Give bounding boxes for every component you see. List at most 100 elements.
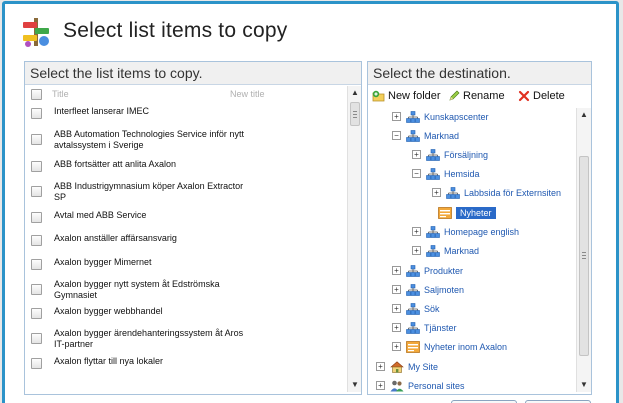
copy-dialog: Select list items to copy Select the lis… bbox=[2, 1, 619, 403]
tree-node[interactable]: + My Site bbox=[376, 358, 438, 375]
tree-node[interactable]: + Labbsida för Externsiten bbox=[432, 184, 561, 201]
rename-button[interactable]: Rename bbox=[448, 90, 505, 102]
destination-toolbar: New folder Rename Delete bbox=[368, 86, 591, 108]
list-icon bbox=[406, 340, 420, 353]
expand-icon[interactable]: + bbox=[412, 150, 421, 159]
tree-node-label: Kunskapscenter bbox=[424, 111, 489, 122]
item-checkbox[interactable] bbox=[31, 358, 42, 369]
expand-icon[interactable]: + bbox=[376, 362, 385, 371]
expand-icon[interactable]: + bbox=[392, 323, 401, 332]
item-title: Axalon anställer affärsansvarig bbox=[54, 233, 177, 243]
item-title: Axalon bygger nytt system åt Edströmska … bbox=[54, 279, 220, 300]
select-all-checkbox[interactable] bbox=[31, 89, 42, 100]
item-checkbox[interactable] bbox=[31, 186, 42, 197]
tree-node[interactable]: − Hemsida bbox=[412, 165, 480, 182]
list-item: ABB Automation Technologies Service infö… bbox=[25, 126, 347, 152]
expand-icon[interactable]: + bbox=[392, 266, 401, 275]
list-items-panel: Select the list items to copy. Title New… bbox=[24, 61, 362, 395]
tree-node[interactable]: + Kunskapscenter bbox=[392, 108, 489, 125]
list-item: Axalon bygger nytt system åt Edströmska … bbox=[25, 276, 347, 302]
site-icon bbox=[406, 321, 420, 334]
delete-label: Delete bbox=[533, 90, 565, 102]
people-icon bbox=[390, 380, 404, 392]
delete-x-icon bbox=[518, 90, 530, 102]
tree-node[interactable]: + Produkter bbox=[392, 262, 463, 279]
tree-node[interactable]: + Sök bbox=[392, 300, 440, 317]
item-checkbox[interactable] bbox=[31, 308, 42, 319]
list-items-heading: Select the list items to copy. bbox=[25, 62, 361, 85]
tree-node-label: Personal sites bbox=[408, 380, 465, 391]
scroll-up-arrow-icon[interactable]: ▲ bbox=[577, 108, 591, 122]
site-icon bbox=[426, 148, 440, 161]
item-checkbox[interactable] bbox=[31, 235, 42, 246]
tree-node-label: Tjänster bbox=[424, 322, 457, 333]
new-folder-button[interactable]: New folder bbox=[372, 90, 441, 102]
tree-node-label: Marknad bbox=[424, 130, 460, 141]
expand-icon[interactable]: + bbox=[392, 112, 401, 121]
site-icon bbox=[446, 186, 460, 199]
item-title: Axalon bygger webbhandel bbox=[54, 306, 163, 316]
tree-scrollbar[interactable]: ▲ ▼ bbox=[576, 108, 591, 392]
item-checkbox[interactable] bbox=[31, 212, 42, 223]
new-folder-icon bbox=[372, 90, 385, 102]
item-title: Avtal med ABB Service bbox=[54, 210, 147, 220]
grip-line bbox=[582, 258, 586, 259]
tree-node[interactable]: + Homepage english bbox=[412, 223, 519, 240]
item-title: Interfleet lanserar IMEC bbox=[54, 106, 150, 116]
grip-line bbox=[353, 114, 357, 115]
tree-node-label: Homepage english bbox=[444, 226, 520, 237]
tree-node[interactable]: + Marknad bbox=[412, 242, 479, 259]
item-checkbox[interactable] bbox=[31, 284, 42, 295]
item-title: Axalon flyttar till nya lokaler bbox=[54, 356, 164, 366]
tree-node-label: Nyheter inom Axalon bbox=[424, 341, 508, 352]
expand-icon[interactable]: + bbox=[412, 227, 421, 236]
tree-node-label: Marknad bbox=[444, 245, 480, 256]
expand-icon[interactable]: + bbox=[376, 381, 385, 390]
scroll-down-arrow-icon[interactable]: ▼ bbox=[348, 378, 361, 392]
tree-node[interactable]: + Nyheter inom Axalon bbox=[392, 338, 507, 355]
tree-node-label: Hemsida bbox=[444, 168, 480, 179]
delete-button[interactable]: Delete bbox=[518, 90, 565, 102]
grip-line bbox=[582, 255, 586, 256]
expand-icon[interactable]: + bbox=[392, 304, 401, 313]
item-checkbox[interactable] bbox=[31, 161, 42, 172]
tree-node-label: Nyheter bbox=[456, 206, 496, 219]
grip-line bbox=[582, 252, 586, 253]
site-icon bbox=[426, 244, 440, 257]
scroll-up-arrow-icon[interactable]: ▲ bbox=[348, 86, 361, 100]
expand-icon[interactable]: + bbox=[432, 188, 441, 197]
site-icon bbox=[406, 302, 420, 315]
tree-node[interactable]: + Saljmoten bbox=[392, 281, 464, 298]
tree-node[interactable]: + Tjänster bbox=[392, 319, 457, 336]
collapse-icon[interactable]: − bbox=[392, 131, 401, 140]
scroll-down-arrow-icon[interactable]: ▼ bbox=[577, 378, 591, 392]
list-column-header: Title New title bbox=[25, 86, 347, 102]
item-checkbox[interactable] bbox=[31, 108, 42, 119]
list-scrollbar[interactable]: ▲ ▼ bbox=[347, 86, 361, 392]
tree-node[interactable]: + Personal sites bbox=[376, 377, 465, 394]
tree-scroll-thumb[interactable] bbox=[579, 156, 589, 356]
dialog-header: Select list items to copy bbox=[20, 14, 600, 50]
expand-icon[interactable]: + bbox=[412, 246, 421, 255]
item-checkbox[interactable] bbox=[31, 134, 42, 145]
item-title: ABB Industrigymnasium köper Axalon Extra… bbox=[54, 181, 244, 202]
collapse-icon[interactable]: − bbox=[412, 169, 421, 178]
list-item: Axalon bygger ärendehanteringssystem åt … bbox=[25, 324, 347, 350]
destination-heading: Select the destination. bbox=[368, 62, 591, 85]
expand-icon[interactable]: + bbox=[392, 342, 401, 351]
grip-line bbox=[353, 111, 357, 112]
item-title: ABB Automation Technologies Service infö… bbox=[54, 129, 244, 150]
item-title: ABB fortsätter att anlita Axalon bbox=[54, 159, 177, 169]
tree-node-label: My Site bbox=[408, 361, 439, 372]
item-checkbox[interactable] bbox=[31, 333, 42, 344]
tree-node[interactable]: − Marknad bbox=[392, 127, 459, 144]
tree-node[interactable]: + Försäljning bbox=[412, 146, 488, 163]
site-icon bbox=[426, 225, 440, 238]
list-item: Axalon flyttar till nya lokaler bbox=[25, 352, 347, 378]
expand-icon[interactable]: + bbox=[392, 285, 401, 294]
item-title: Axalon bygger Mimernet bbox=[54, 257, 152, 267]
tree-node[interactable]: Nyheter bbox=[438, 204, 496, 221]
item-checkbox[interactable] bbox=[31, 259, 42, 270]
grip-line bbox=[353, 117, 357, 118]
list-scroll-thumb[interactable] bbox=[350, 102, 360, 126]
